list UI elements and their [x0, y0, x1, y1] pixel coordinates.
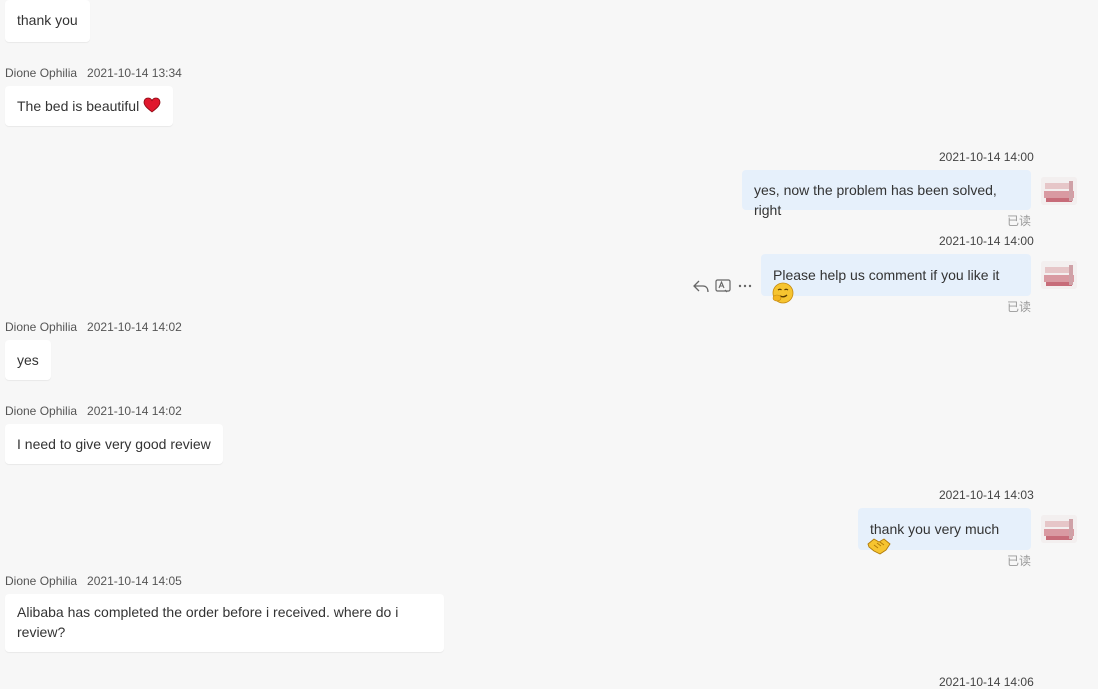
- message-meta: Dione Ophilia 2021-10-14 14:02: [5, 404, 182, 418]
- read-status: 已读: [1007, 554, 1032, 568]
- message-bubble-incoming[interactable]: The bed is beautiful: [5, 86, 174, 126]
- message-text: Please help us comment if you like it: [773, 267, 1000, 283]
- message-text: Alibaba has completed the order before i…: [17, 604, 399, 640]
- avatar[interactable]: [1041, 515, 1077, 543]
- message-text: thank you: [17, 12, 78, 28]
- avatar[interactable]: [1041, 177, 1077, 205]
- message-text: I need to give very good review: [17, 436, 211, 452]
- message-meta: Dione Ophilia 2021-10-14 13:34: [5, 66, 182, 80]
- message-timestamp: 2021-10-14 14:02: [87, 404, 182, 418]
- sender-name: Dione Ophilia: [5, 574, 78, 588]
- message-timestamp: 2021-10-14 14:06: [939, 675, 1034, 689]
- message-meta: Dione Ophilia 2021-10-14 14:02: [5, 320, 182, 334]
- message-bubble-incoming[interactable]: Alibaba has completed the order before i…: [5, 594, 444, 652]
- message-bubble-incoming[interactable]: thank you: [5, 0, 90, 42]
- read-status: 已读: [1007, 300, 1032, 314]
- translate-icon[interactable]: [714, 277, 732, 295]
- handshake-emoji: [866, 535, 892, 562]
- sender-name: Dione Ophilia: [5, 66, 78, 80]
- message-text: The bed is beautiful: [17, 98, 140, 114]
- message-timestamp: 2021-10-14 14:05: [87, 574, 182, 588]
- message-bubble-outgoing[interactable]: Please help us comment if you like it: [761, 254, 1031, 304]
- message-bubble-incoming[interactable]: I need to give very good review: [5, 424, 223, 464]
- avatar[interactable]: [1041, 261, 1077, 289]
- heart-emoji: [143, 97, 161, 118]
- message-bubble-outgoing[interactable]: thank you very much: [858, 508, 1031, 555]
- reply-icon[interactable]: [692, 277, 710, 295]
- message-text: yes, now the problem has been solved, ri…: [754, 182, 997, 218]
- message-timestamp: 2021-10-14 14:00: [939, 234, 1034, 248]
- message-timestamp: 2021-10-14 14:00: [939, 150, 1034, 164]
- message-bubble-incoming[interactable]: yes: [5, 340, 51, 380]
- message-bubble-outgoing[interactable]: yes, now the problem has been solved, ri…: [742, 170, 1031, 218]
- sender-name: Dione Ophilia: [5, 320, 78, 334]
- smirk-emoji: [771, 281, 795, 310]
- more-icon[interactable]: [736, 277, 754, 295]
- message-timestamp: 2021-10-14 13:34: [87, 66, 182, 80]
- read-status: 已读: [1007, 214, 1032, 228]
- message-timestamp: 2021-10-14 14:02: [87, 320, 182, 334]
- message-text: yes: [17, 352, 39, 368]
- sender-name: Dione Ophilia: [5, 404, 78, 418]
- message-meta: Dione Ophilia 2021-10-14 14:05: [5, 574, 182, 588]
- message-timestamp: 2021-10-14 14:03: [939, 488, 1034, 502]
